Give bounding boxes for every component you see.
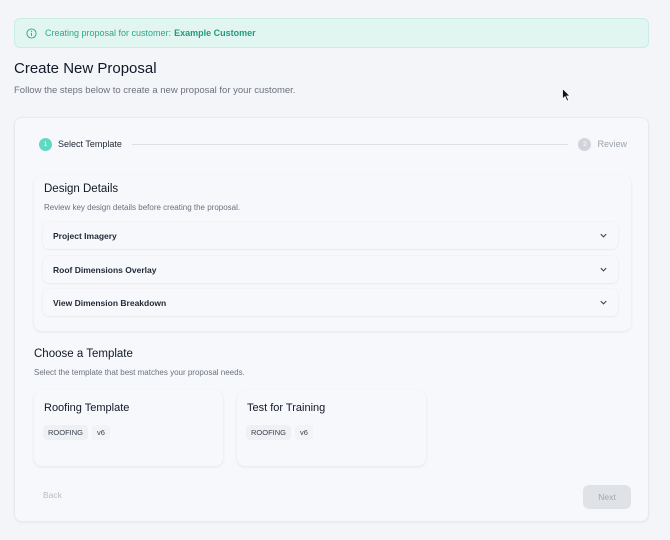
step-2-indicator: 2 xyxy=(578,137,592,151)
template-card-roofing-template[interactable]: Roofing Template ROOFING v6 xyxy=(34,390,223,466)
template-card-test-for-training[interactable]: Test for Training ROOFING v6 xyxy=(237,390,426,466)
accordion-view-dimension-breakdown[interactable]: View Dimension Breakdown xyxy=(43,289,618,316)
design-details-card: Design Details Review key design details… xyxy=(34,175,631,331)
accordion-roof-dimensions-overlay[interactable]: Roof Dimensions Overlay xyxy=(43,256,618,283)
choose-template-title: Choose a Template xyxy=(34,348,133,360)
chevron-down-icon xyxy=(600,300,607,305)
template-category-tag: ROOFING xyxy=(246,425,291,440)
mouse-cursor-icon xyxy=(562,88,571,102)
proposal-wizard-card: 1 Select Template 2 Review Design Detail… xyxy=(14,117,649,522)
info-icon xyxy=(26,27,37,39)
customer-banner: Creating proposal for customer: Example … xyxy=(14,18,649,48)
stepper: 1 Select Template 2 Review xyxy=(39,136,627,152)
template-version-tag: v6 xyxy=(92,425,110,440)
customer-name: Example Customer xyxy=(174,28,256,38)
step-2-label: Review xyxy=(597,139,627,149)
template-name: Roofing Template xyxy=(44,402,130,414)
choose-template-subtitle: Select the template that best matches yo… xyxy=(34,368,245,377)
design-details-title: Design Details xyxy=(44,183,119,195)
banner-text: Creating proposal for customer: xyxy=(45,28,172,38)
accordion-label: Roof Dimensions Overlay xyxy=(53,264,157,275)
design-details-subtitle: Review key design details before creatin… xyxy=(44,203,241,212)
page-title: Create New Proposal xyxy=(14,60,157,77)
accordion-label: Project Imagery xyxy=(53,230,117,241)
step-1-indicator: 1 xyxy=(39,137,52,151)
next-button[interactable]: Next xyxy=(583,485,631,509)
page-subtitle: Follow the steps below to create a new p… xyxy=(14,85,296,96)
template-category-tag: ROOFING xyxy=(43,425,88,440)
chevron-down-icon xyxy=(600,233,607,238)
template-name: Test for Training xyxy=(247,402,326,414)
back-button[interactable]: Back xyxy=(43,490,62,500)
accordion-label: View Dimension Breakdown xyxy=(53,297,167,308)
chevron-down-icon xyxy=(600,267,607,272)
step-connector xyxy=(131,143,569,145)
template-version-tag: v6 xyxy=(295,425,313,440)
accordion-project-imagery[interactable]: Project Imagery xyxy=(43,222,618,249)
step-1-label: Select Template xyxy=(58,139,122,149)
